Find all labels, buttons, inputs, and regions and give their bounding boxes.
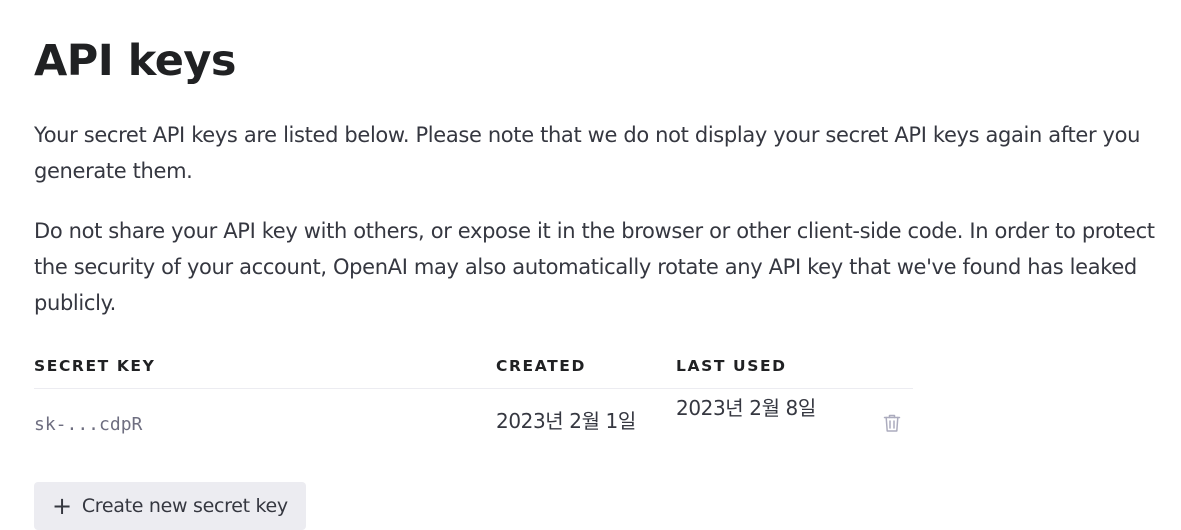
plus-icon: + xyxy=(52,492,72,520)
page-title: API keys xyxy=(34,36,237,86)
trash-icon xyxy=(883,414,901,432)
delete-key-button[interactable] xyxy=(883,413,905,437)
table-header: SECRET KEY CREATED LAST USED xyxy=(34,346,913,389)
table-row: sk-...cdpR 2023년 2월 1일 2023년 2월 8일 xyxy=(34,389,913,457)
create-button-label: Create new secret key xyxy=(81,495,288,517)
column-header-created: CREATED xyxy=(496,357,586,375)
column-header-secret-key: SECRET KEY xyxy=(34,357,156,375)
last-used-date: 2023년 2월 8일 xyxy=(676,396,816,420)
created-date: 2023년 2월 1일 xyxy=(496,409,636,433)
security-notice: Do not share your API key with others, o… xyxy=(34,219,1155,315)
secret-key-value: sk-...cdpR xyxy=(34,414,143,435)
page-description: Your secret API keys are listed below. P… xyxy=(34,123,1141,183)
create-new-secret-key-button[interactable]: + Create new secret key xyxy=(34,482,306,530)
api-keys-table: SECRET KEY CREATED LAST USED sk-...cdpR … xyxy=(34,346,913,457)
column-header-last-used: LAST USED xyxy=(676,357,787,375)
